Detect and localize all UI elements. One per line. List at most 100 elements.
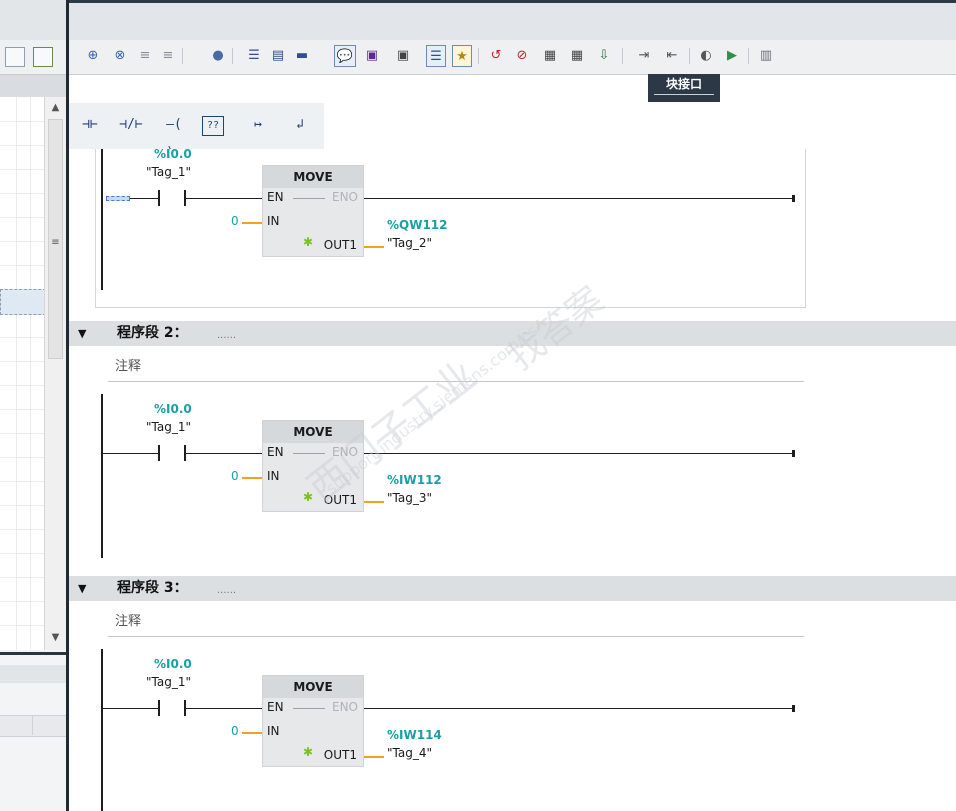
network-title-dots[interactable]: ...... — [217, 323, 236, 348]
out-wire — [364, 246, 384, 248]
symbolic-address-icon[interactable]: ▣ — [393, 45, 413, 67]
out-pin: OUT1 — [323, 238, 357, 252]
contact-address: %I0.0 — [154, 402, 192, 416]
table-row[interactable] — [0, 577, 44, 602]
out-address[interactable]: %IW114 — [387, 728, 442, 742]
table-row[interactable] — [0, 529, 44, 554]
move-box[interactable]: MOVE EN ENO IN ✱ OUT1 — [262, 165, 364, 257]
out-address[interactable]: %QW112 — [387, 218, 448, 232]
network-3-header[interactable]: ▼ 程序段 3： ...... — [69, 576, 956, 601]
move-box[interactable]: MOVE EN ENO IN ✱ OUT1 — [262, 675, 364, 767]
collapse-icon[interactable]: ▼ — [78, 321, 86, 346]
table-row[interactable] — [0, 361, 44, 386]
block-interface-toggle[interactable]: 块接口 — [648, 74, 720, 102]
table-row[interactable] — [0, 409, 44, 434]
close-branch-icon[interactable]: ↲ — [283, 111, 317, 141]
indent-icon[interactable]: ⇥ — [634, 45, 654, 67]
network-title-dots[interactable]: ...... — [217, 578, 236, 603]
delete-network-icon[interactable]: ⊗ — [110, 45, 130, 67]
table-row[interactable] — [0, 121, 44, 146]
rung-wire — [103, 453, 158, 454]
scroll-grip-icon: ≡ — [51, 237, 60, 248]
compare-icon[interactable]: ▦ — [567, 45, 587, 67]
expand-all-icon[interactable]: ▬ — [292, 45, 312, 67]
left-toolbar — [0, 40, 66, 75]
monitor-icon[interactable]: ▦ — [540, 45, 560, 67]
no-contact[interactable] — [158, 190, 186, 206]
network-title[interactable]: 程序段 2： — [117, 321, 188, 346]
left-bottom-table-header — [0, 715, 66, 737]
insert-row-icon[interactable]: ≡ — [135, 45, 155, 67]
contact-address: %I0.0 — [154, 147, 192, 161]
collapse-icon[interactable]: ▼ — [78, 576, 86, 601]
network-comment[interactable]: 注释 — [115, 355, 141, 374]
en-pin: EN — [267, 190, 284, 204]
out-address[interactable]: %IW112 — [387, 473, 442, 487]
splitter-grip[interactable] — [654, 94, 714, 99]
in-pin: IN — [267, 724, 280, 738]
table-row[interactable] — [0, 217, 44, 242]
outdent-icon[interactable]: ⇤ — [662, 45, 682, 67]
in-value[interactable]: 0 — [231, 724, 239, 738]
scroll-up-icon[interactable]: ▲ — [48, 100, 63, 115]
in-value[interactable]: 0 — [231, 214, 239, 228]
out-wire — [364, 501, 384, 503]
no-contact[interactable] — [158, 700, 186, 716]
network-title[interactable]: 程序段 3： — [117, 576, 188, 601]
table-row[interactable] — [0, 97, 44, 122]
table-row[interactable] — [0, 385, 44, 410]
table-row[interactable] — [0, 553, 44, 578]
table-row[interactable] — [0, 313, 44, 338]
insert-row-below-icon[interactable]: ≡ — [158, 45, 178, 67]
table-row[interactable] — [0, 433, 44, 458]
table-row[interactable] — [0, 457, 44, 482]
rung-wire — [364, 453, 794, 454]
watch-icon[interactable]: ◐ — [696, 45, 716, 67]
out-tag[interactable]: "Tag_4" — [387, 746, 432, 760]
collapse-all-icon[interactable]: ▤ — [268, 45, 288, 67]
network-comment[interactable]: 注释 — [115, 610, 141, 629]
scroll-down-icon[interactable]: ▼ — [48, 630, 63, 645]
comment-icon[interactable]: 💬 — [334, 45, 356, 67]
download-icon[interactable]: ⇩ — [594, 45, 614, 67]
go-offline-icon[interactable]: ⊘ — [512, 45, 532, 67]
absolute-address-icon[interactable]: ▣ — [362, 45, 382, 67]
rung-wire — [364, 198, 794, 199]
no-contact-icon[interactable]: ⊣⊢ — [73, 111, 107, 141]
table-row[interactable] — [0, 601, 44, 626]
contact-address: %I0.0 — [154, 657, 192, 671]
table-view-icon[interactable] — [5, 47, 25, 67]
selection-marker[interactable] — [106, 196, 130, 201]
nc-contact-icon[interactable]: ⊣/⊢ — [114, 111, 148, 141]
open-branch-icon[interactable]: ↦ — [241, 111, 275, 141]
table-row[interactable] — [0, 169, 44, 194]
network-view-icon[interactable]: ☰ — [426, 45, 446, 67]
out-tag[interactable]: "Tag_3" — [387, 491, 432, 505]
new-output-icon[interactable]: ✱ — [303, 235, 313, 249]
rung-wire — [364, 708, 794, 709]
insert-network-icon[interactable]: ⊕ — [83, 45, 103, 67]
left-scrollbar[interactable]: ▲ ≡ ▼ — [44, 97, 66, 650]
new-output-icon[interactable]: ✱ — [303, 745, 313, 759]
in-wire — [242, 222, 262, 224]
split-view-icon[interactable]: ▥ — [756, 45, 776, 67]
coil-icon[interactable]: –( )– — [157, 111, 191, 160]
in-value[interactable]: 0 — [231, 469, 239, 483]
table-row[interactable] — [0, 265, 44, 290]
table-row[interactable] — [0, 241, 44, 266]
list-icon[interactable]: ☰ — [244, 45, 264, 67]
go-online-icon[interactable]: ↺ — [486, 45, 506, 67]
out-tag[interactable]: "Tag_2" — [387, 236, 432, 250]
table-row[interactable] — [0, 505, 44, 530]
favorites-icon[interactable]: ★ — [452, 45, 472, 67]
table-row-selected[interactable] — [0, 289, 46, 315]
stop-icon[interactable]: ● — [208, 45, 228, 67]
table-row[interactable] — [0, 337, 44, 362]
table-row[interactable] — [0, 193, 44, 218]
empty-box-icon[interactable]: ?? — [202, 116, 224, 136]
no-contact[interactable] — [158, 445, 186, 461]
table-row[interactable] — [0, 481, 44, 506]
simulation-icon[interactable]: ▶ — [722, 45, 742, 67]
export-icon[interactable] — [33, 47, 53, 67]
table-row[interactable] — [0, 145, 44, 170]
